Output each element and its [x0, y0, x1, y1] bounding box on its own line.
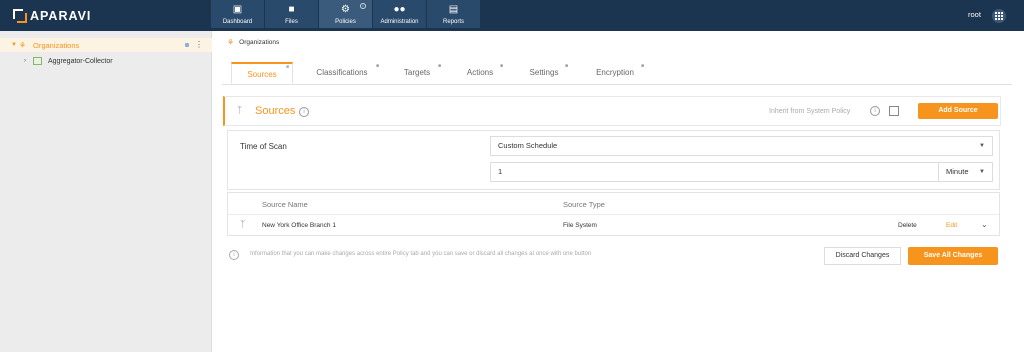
aparavi-logo[interactable]: APARAVI [13, 7, 91, 25]
status-dot-icon [185, 43, 189, 47]
nav-dashboard-label: Dashboard [222, 19, 253, 25]
tab-label: Encryption [596, 68, 634, 77]
tab-label: Actions [466, 68, 494, 77]
table-row[interactable]: ᛉ New York Office Branch 1 File System D… [228, 214, 999, 235]
nav-policies[interactable]: ⚙ Policies i [319, 0, 372, 28]
discard-changes-button[interactable]: Discard Changes [824, 247, 901, 265]
sources-table: Source Name Source Type ᛉ New York Offic… [227, 192, 1000, 236]
tab-targets[interactable]: Targets ■ [398, 62, 441, 84]
tab-classifications[interactable]: Classifications ■ [310, 62, 379, 84]
chevron-down-icon[interactable]: ⌄ [981, 220, 988, 229]
kebab-menu-icon[interactable]: ⋮ [195, 39, 203, 51]
caret-down-icon: ▼ [979, 143, 985, 149]
tab-encryption[interactable]: Encryption ■ [591, 62, 644, 84]
tab-marker-icon: ■ [564, 63, 568, 69]
nav-policies-label: Policies [335, 19, 356, 25]
logo-text: APARAVI [30, 9, 92, 23]
source-fork-icon: ᛉ [240, 219, 246, 229]
top-bar: APARAVI ▣ Dashboard ■ Files ⚙ Policies i… [0, 0, 1024, 31]
user-name[interactable]: root [968, 10, 981, 19]
column-header-source-name: Source Name [262, 200, 308, 209]
info-icon[interactable]: i [299, 107, 309, 117]
tree-item-aggregator-collector[interactable]: › Aggregator-Collector [0, 54, 212, 68]
tab-marker-icon: ■ [640, 63, 644, 69]
organization-icon: ⚘ [19, 40, 27, 50]
chevron-right-icon[interactable]: › [24, 58, 33, 64]
tab-actions[interactable]: Actions ■ [462, 62, 503, 84]
tabs-divider [222, 84, 1012, 85]
source-fork-icon: ᛉ [237, 105, 243, 115]
tree-item-label: Aggregator-Collector [48, 57, 113, 65]
save-all-changes-button[interactable]: Save All Changes [908, 247, 998, 265]
schedule-select[interactable]: Custom Schedule ▼ [490, 136, 993, 156]
info-icon: i [229, 250, 239, 260]
nav-reports-label: Reports [442, 19, 464, 25]
nav-administration[interactable]: ●● Administration [373, 0, 426, 28]
chevron-down-icon[interactable]: ▼ [11, 42, 19, 48]
breadcrumb: ⚘ Organizations [227, 38, 279, 47]
delete-link[interactable]: Delete [898, 222, 917, 229]
edit-link[interactable]: Edit [946, 222, 957, 229]
folder-icon: ■ [288, 4, 295, 15]
inherit-label: Inherit from System Policy [769, 108, 851, 115]
tab-label: Sources [247, 70, 277, 79]
unit-select[interactable]: Minute ▼ [938, 162, 993, 182]
app-grid-icon[interactable] [992, 9, 1006, 23]
tree-item-label: Organizations [33, 40, 80, 50]
footer-info-text: Information that you can make changes ac… [250, 251, 592, 257]
tab-label: Targets [403, 68, 431, 77]
time-of-scan-panel: Time of Scan Custom Schedule ▼ 1 Minute … [227, 130, 1000, 190]
time-of-scan-label: Time of Scan [240, 142, 287, 151]
tab-label: Settings [529, 68, 559, 77]
users-icon: ●● [393, 4, 406, 15]
dashboard-icon: ▣ [232, 4, 243, 15]
tree-item-organizations[interactable]: ▼ ⚘ Organizations ⋮ [0, 38, 212, 52]
sources-title: Sources [255, 105, 296, 117]
sidebar: ▼ ⚘ Organizations ⋮ › Aggregator-Collect… [0, 31, 212, 352]
tab-sources[interactable]: Sources ■ [231, 62, 293, 84]
schedule-value: Custom Schedule [498, 141, 558, 150]
unit-value: Minute [946, 167, 969, 176]
tab-marker-icon: ■ [437, 63, 441, 69]
tab-marker-icon: ■ [375, 63, 379, 69]
organization-icon: ⚘ [227, 38, 235, 47]
tab-label: Classifications [316, 68, 368, 77]
interval-value: 1 [498, 167, 503, 176]
source-type-cell: File System [563, 222, 597, 229]
nav-administration-label: Administration [380, 19, 419, 25]
sources-header: ᛉ Sources i Inherit from System Policy i… [223, 96, 1001, 126]
policies-info-icon: i [360, 3, 366, 9]
interval-input[interactable]: 1 [490, 162, 939, 182]
nav-files[interactable]: ■ Files [265, 0, 318, 28]
add-source-button[interactable]: Add Source [918, 103, 998, 119]
logo-mark-icon [13, 9, 27, 23]
nav-reports[interactable]: ▤ Reports [427, 0, 480, 28]
nav-dashboard[interactable]: ▣ Dashboard [211, 0, 264, 28]
tab-marker-icon: ■ [285, 64, 289, 70]
inherit-checkbox[interactable] [889, 106, 899, 116]
tab-marker-icon: ■ [499, 63, 503, 69]
clipboard-icon: ▤ [448, 4, 459, 15]
column-header-source-type: Source Type [563, 200, 605, 209]
tab-settings[interactable]: Settings ■ [525, 62, 568, 84]
aggregator-icon [33, 57, 42, 65]
nav-files-label: Files [285, 19, 298, 25]
breadcrumb-label[interactable]: Organizations [239, 39, 279, 46]
caret-down-icon: ▼ [979, 169, 985, 175]
info-icon[interactable]: i [870, 106, 880, 116]
source-name-cell: New York Office Branch 1 [262, 222, 336, 229]
